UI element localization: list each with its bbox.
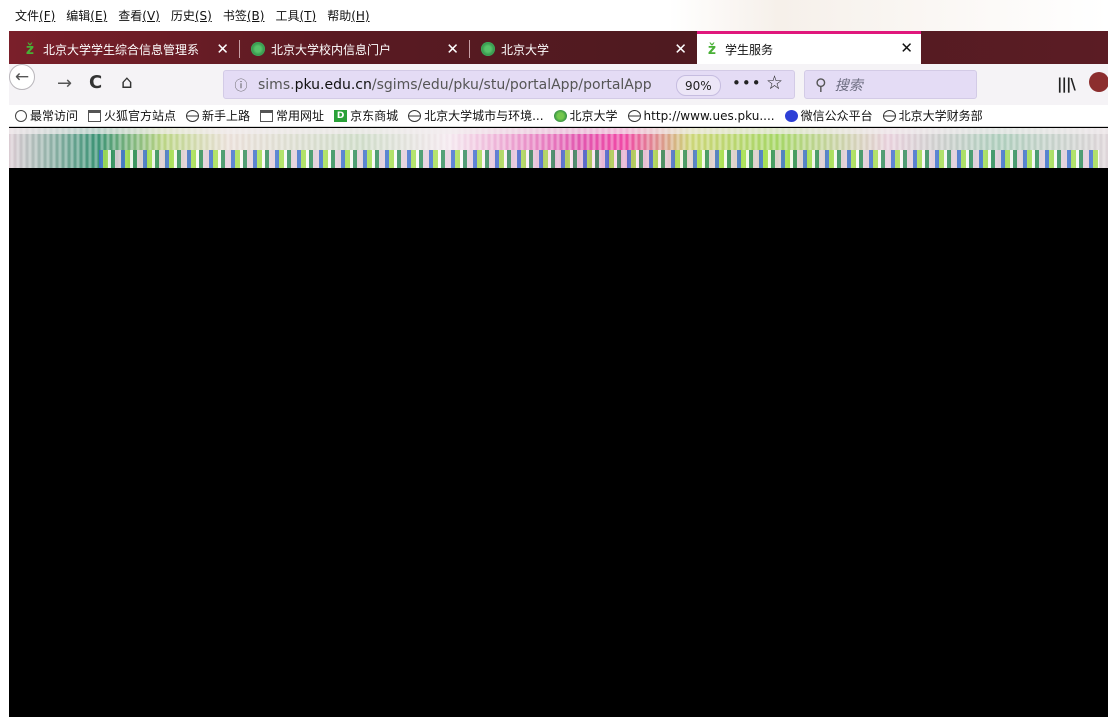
jd-icon: D [334, 109, 348, 122]
menu-edit[interactable]: 编辑(E) [66, 7, 107, 24]
bookmark-common-sites[interactable]: 常用网址 [260, 107, 324, 124]
reload-button[interactable]: C [89, 72, 102, 93]
tab-title: 北京大学校内信息门户 [271, 42, 392, 57]
tab-strip: ž 北京大学学生综合信息管理系 ✕ 北京大学校内信息门户 ✕ 北京大学 ✕ [9, 31, 1108, 64]
gear-icon [15, 109, 27, 122]
globe-icon [186, 109, 200, 122]
bookmark-pku-urban-env[interactable]: 北京大学城市与环境... [408, 107, 544, 124]
bookmark-getting-started[interactable]: 新手上路 [186, 107, 250, 124]
sidebar-chat-icon[interactable] [1089, 72, 1108, 92]
bookmark-pku-finance[interactable]: 北京大学财务部 [882, 107, 983, 124]
menu-tools[interactable]: 工具(T) [275, 7, 316, 24]
search-icon: ⚲ [815, 75, 827, 94]
browser-window: 文件(F) 编辑(E) 查看(V) 历史(S) 书签(B) 工具(T) 帮助(H… [9, 0, 1108, 717]
close-icon[interactable]: ✕ [446, 40, 459, 58]
close-icon[interactable]: ✕ [674, 40, 687, 58]
zoom-level-badge[interactable]: 90% [676, 75, 721, 96]
screen-edge [0, 0, 9, 717]
url-bar[interactable]: ⓘ sims.pku.edu.cn/sgims/edu/pku/stu/port… [223, 70, 795, 99]
close-icon[interactable]: ✕ [900, 39, 913, 57]
bookmark-ues-pku[interactable]: http://www.ues.pku.... [627, 109, 775, 123]
tab-campus-portal[interactable]: 北京大学校内信息门户 ✕ [243, 34, 467, 64]
pku-seal-icon [481, 42, 495, 56]
url-text[interactable]: sims.pku.edu.cn/sgims/edu/pku/stu/portal… [258, 77, 652, 93]
search-placeholder: 搜索 [834, 77, 863, 94]
menu-bar: 文件(F) 编辑(E) 查看(V) 历史(S) 书签(B) 工具(T) 帮助(H… [9, 0, 1108, 31]
tab-separator [239, 40, 240, 58]
navigation-toolbar: ← → C ⌂ ⓘ sims.pku.edu.cn/sgims/edu/pku/… [9, 64, 1108, 105]
tab-student-info-system[interactable]: ž 北京大学学生综合信息管理系 ✕ [15, 34, 237, 64]
green-logo-icon: ž [25, 42, 35, 58]
folder-icon [88, 109, 102, 122]
back-button[interactable]: ← [9, 64, 35, 90]
bookmark-wechat-platform[interactable]: 微信公众平台 [784, 107, 873, 124]
close-icon[interactable]: ✕ [216, 40, 229, 58]
tab-separator [469, 40, 470, 58]
page-content [9, 168, 1108, 717]
home-button[interactable]: ⌂ [121, 72, 132, 93]
bookmark-pku[interactable]: 北京大学 [553, 107, 618, 124]
bookmark-jd[interactable]: D 京东商城 [334, 107, 398, 124]
tab-title: 学生服务 [725, 42, 774, 57]
tab-pku[interactable]: 北京大学 ✕ [473, 34, 695, 64]
tab-title: 北京大学 [501, 42, 550, 57]
menu-view[interactable]: 查看(V) [118, 7, 160, 24]
menu-help[interactable]: 帮助(H) [327, 7, 369, 24]
pku-seal-icon [553, 109, 567, 122]
banner-artifact [99, 150, 1099, 168]
search-input[interactable]: ⚲ 搜索 [804, 70, 977, 99]
bookmark-most-visited[interactable]: 最常访问 [15, 107, 78, 124]
folder-icon [260, 109, 274, 122]
globe-icon [627, 109, 641, 122]
info-icon[interactable]: ⓘ [230, 74, 252, 96]
bookmark-firefox-official[interactable]: 火狐官方站点 [88, 107, 176, 124]
bookmarks-toolbar: 最常访问 火狐官方站点 新手上路 常用网址 D 京东商城 北京大学城市与环境...… [9, 105, 1108, 127]
page-actions-more-icon[interactable]: ••• [732, 74, 762, 92]
tab-title: 北京大学学生综合信息管理系 [43, 42, 200, 57]
menu-history[interactable]: 历史(S) [171, 7, 212, 24]
menu-bookmarks[interactable]: 书签(B) [223, 7, 265, 24]
pku-seal-icon [251, 42, 265, 56]
globe-icon [408, 109, 422, 122]
globe-icon [882, 109, 896, 122]
menu-file[interactable]: 文件(F) [15, 7, 55, 24]
bookmark-star-icon[interactable]: ☆ [766, 72, 783, 94]
tab-student-services[interactable]: ž 学生服务 ✕ [697, 31, 921, 64]
green-logo-icon: ž [707, 42, 717, 58]
library-icon[interactable]: |||\ [1057, 75, 1076, 93]
wechat-icon [784, 109, 798, 122]
forward-button[interactable]: → [57, 73, 72, 94]
banner-artifact [9, 128, 1108, 134]
